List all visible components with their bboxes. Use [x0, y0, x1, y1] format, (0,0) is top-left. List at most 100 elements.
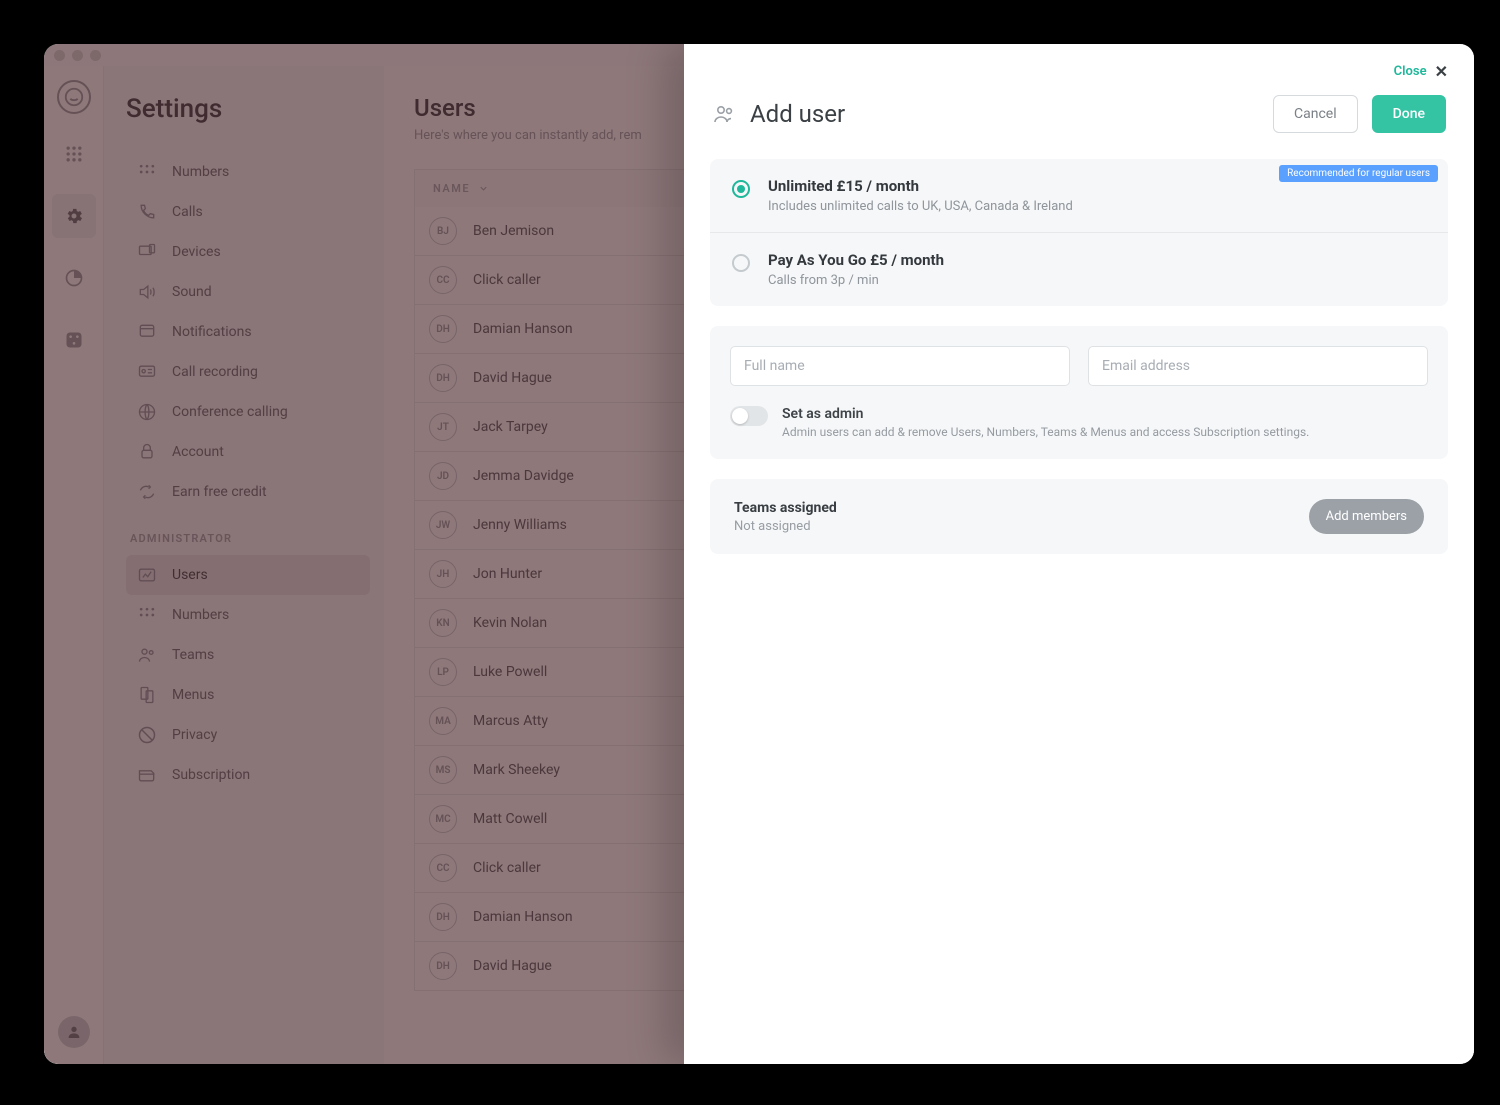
- done-button[interactable]: Done: [1372, 95, 1446, 133]
- user-initials-badge: MC: [429, 805, 457, 833]
- settings-item[interactable]: Conference calling: [126, 392, 370, 432]
- plan-desc: Calls from 3p / min: [768, 273, 944, 288]
- settings-item-label: Calls: [172, 204, 203, 220]
- users-icon: [712, 102, 736, 126]
- settings-item-label: Sound: [172, 284, 212, 300]
- settings-item-label: Privacy: [172, 727, 217, 743]
- cancel-button[interactable]: Cancel: [1273, 95, 1358, 133]
- settings-item-icon: [136, 281, 158, 303]
- user-name: Kevin Nolan: [473, 615, 547, 631]
- user-initials-badge: JH: [429, 560, 457, 588]
- settings-item-icon: [136, 401, 158, 423]
- traffic-dot[interactable]: [90, 50, 101, 61]
- plan-title: Unlimited £15 / month: [768, 177, 1073, 195]
- settings-item-icon: [136, 644, 158, 666]
- settings-item-icon: [136, 724, 158, 746]
- settings-item-label: Numbers: [172, 164, 229, 180]
- settings-admin-heading: ADMINISTRATOR: [130, 532, 370, 545]
- settings-item-icon: [136, 201, 158, 223]
- settings-admin-item[interactable]: Numbers: [126, 595, 370, 635]
- settings-admin-item[interactable]: Privacy: [126, 715, 370, 755]
- teams-card: Teams assigned Not assigned Add members: [710, 479, 1448, 554]
- settings-item-icon: [136, 764, 158, 786]
- add-user-panel: Close ✕ Add user Cancel Done Recommended…: [684, 44, 1474, 1064]
- user-name: Damian Hanson: [473, 321, 573, 337]
- traffic-dot[interactable]: [72, 50, 83, 61]
- settings-item-icon: [136, 321, 158, 343]
- settings-item[interactable]: Sound: [126, 272, 370, 312]
- settings-admin-item[interactable]: Teams: [126, 635, 370, 675]
- close-icon: ✕: [1435, 62, 1448, 81]
- user-initials-badge: BJ: [429, 217, 457, 245]
- settings-item-label: Users: [172, 567, 208, 583]
- teams-desc: Not assigned: [734, 519, 837, 534]
- rail-dialpad-icon[interactable]: [52, 132, 96, 176]
- settings-item-label: Call recording: [172, 364, 258, 380]
- user-initials-badge: KN: [429, 609, 457, 637]
- user-name: Jemma Davidge: [473, 468, 574, 484]
- settings-item-icon: [136, 684, 158, 706]
- user-name: Mark Sheekey: [473, 762, 560, 778]
- close-button[interactable]: Close ✕: [710, 62, 1448, 81]
- user-name: Damian Hanson: [473, 909, 573, 925]
- settings-item-icon: [136, 161, 158, 183]
- user-initials-badge: DH: [429, 364, 457, 392]
- user-initials-badge: CC: [429, 854, 457, 882]
- user-initials-badge: DH: [429, 903, 457, 931]
- rail-profile-avatar[interactable]: [58, 1016, 90, 1048]
- plan-option-payg[interactable]: Pay As You Go £5 / month Calls from 3p /…: [710, 232, 1448, 306]
- user-initials-badge: DH: [429, 315, 457, 343]
- user-name: Click caller: [473, 272, 541, 288]
- user-name: Marcus Atty: [473, 713, 548, 729]
- settings-admin-item[interactable]: Menus: [126, 675, 370, 715]
- admin-toggle[interactable]: [730, 406, 768, 426]
- app-logo: [57, 80, 91, 114]
- user-name: David Hague: [473, 958, 552, 974]
- settings-item-label: Conference calling: [172, 404, 288, 420]
- column-name-header: NAME: [433, 182, 470, 195]
- settings-sidebar: Settings NumbersCallsDevicesSoundNotific…: [104, 66, 384, 1064]
- user-name: Ben Jemison: [473, 223, 554, 239]
- user-form-card: Set as admin Admin users can add & remov…: [710, 326, 1448, 459]
- rail-dice-icon[interactable]: [52, 318, 96, 362]
- fullname-input[interactable]: [730, 346, 1070, 386]
- user-name: Click caller: [473, 860, 541, 876]
- plan-title: Pay As You Go £5 / month: [768, 251, 944, 269]
- traffic-dot[interactable]: [54, 50, 65, 61]
- settings-item[interactable]: Call recording: [126, 352, 370, 392]
- chevron-down-icon: [478, 183, 489, 194]
- user-name: Matt Cowell: [473, 811, 547, 827]
- user-name: Jenny Williams: [473, 517, 567, 533]
- plan-desc: Includes unlimited calls to UK, USA, Can…: [768, 199, 1073, 214]
- user-initials-badge: JT: [429, 413, 457, 441]
- rail-analytics-icon[interactable]: [52, 256, 96, 300]
- settings-admin-item[interactable]: Subscription: [126, 755, 370, 795]
- settings-item-label: Notifications: [172, 324, 252, 340]
- settings-item-icon: [136, 361, 158, 383]
- user-initials-badge: DH: [429, 952, 457, 980]
- settings-item-label: Subscription: [172, 767, 250, 783]
- settings-admin-item[interactable]: Users: [126, 555, 370, 595]
- user-initials-badge: MA: [429, 707, 457, 735]
- settings-item[interactable]: Numbers: [126, 152, 370, 192]
- settings-item-label: Numbers: [172, 607, 229, 623]
- settings-item[interactable]: Account: [126, 432, 370, 472]
- user-initials-badge: JW: [429, 511, 457, 539]
- settings-item[interactable]: Notifications: [126, 312, 370, 352]
- settings-item-label: Teams: [172, 647, 214, 663]
- settings-item[interactable]: Devices: [126, 232, 370, 272]
- settings-item[interactable]: Calls: [126, 192, 370, 232]
- rail-settings-icon[interactable]: [52, 194, 96, 238]
- admin-toggle-desc: Admin users can add & remove Users, Numb…: [782, 425, 1309, 439]
- settings-item-label: Earn free credit: [172, 484, 267, 500]
- settings-item[interactable]: Earn free credit: [126, 472, 370, 512]
- settings-item-icon: [136, 241, 158, 263]
- user-initials-badge: MS: [429, 756, 457, 784]
- user-initials-badge: JD: [429, 462, 457, 490]
- add-members-button[interactable]: Add members: [1309, 499, 1424, 534]
- radio-selected-icon: [732, 180, 750, 198]
- settings-item-icon: [136, 564, 158, 586]
- email-input[interactable]: [1088, 346, 1428, 386]
- radio-unselected-icon: [732, 254, 750, 272]
- user-name: Jon Hunter: [473, 566, 542, 582]
